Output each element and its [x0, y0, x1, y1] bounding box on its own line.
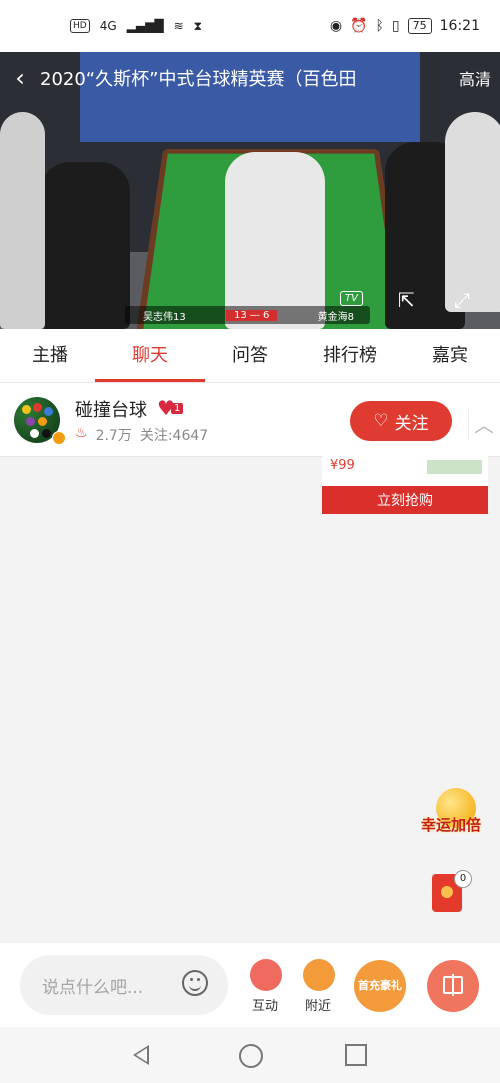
- network-label: 4G: [99, 19, 117, 33]
- tab-ranking[interactable]: 排行榜: [300, 329, 400, 382]
- video-title-row: ‹ 2020“久斯杯”中式台球精英赛（百色田 高清: [0, 60, 500, 96]
- back-icon[interactable]: ‹: [0, 64, 40, 92]
- alarm-icon: ⏰: [350, 18, 368, 34]
- video-title: 2020“久斯杯”中式台球精英赛（百色田: [40, 69, 357, 90]
- status-bar: HD 4G ▂▄▆█ ≋ ⧗ ◉ ⏰ ᛒ ▯ 75 16:21: [0, 0, 500, 52]
- flame-icon: ♨: [75, 425, 88, 441]
- chevron-up-icon[interactable]: ︿: [468, 409, 499, 439]
- tab-bar: 主播 聊天 问答 排行榜 嘉宾: [0, 329, 500, 383]
- interact-icon[interactable]: [250, 959, 282, 991]
- nav-home-icon[interactable]: [239, 1044, 263, 1068]
- signal-icon: ▂▄▆█: [126, 19, 164, 33]
- tv-cast-icon[interactable]: TV: [340, 291, 363, 306]
- player-figure: [225, 152, 325, 329]
- nav-recent-icon[interactable]: [345, 1044, 367, 1066]
- streamer-name: 碰撞台球: [75, 400, 147, 421]
- eye-icon: ◉: [329, 18, 343, 34]
- clock: 16:21: [439, 18, 480, 34]
- tab-host[interactable]: 主播: [0, 329, 100, 382]
- hd-indicator: HD: [70, 19, 90, 33]
- heart-plus-icon: ♡: [373, 411, 389, 431]
- interact-label: 互动: [252, 999, 279, 1014]
- tab-qa[interactable]: 问答: [200, 329, 300, 382]
- bottom-bar: 说点什么吧... 互动 附近 首充豪礼: [0, 943, 500, 1027]
- heat-count: 2.7万: [95, 428, 132, 444]
- nearby-icon[interactable]: [303, 959, 335, 991]
- system-nav-bar: [0, 1027, 500, 1083]
- verified-badge: [52, 431, 66, 445]
- chat-input-placeholder: 说点什么吧...: [42, 978, 144, 998]
- fullscreen-icon[interactable]: ⤢: [454, 288, 470, 312]
- vibrate-icon: ▯: [391, 18, 400, 34]
- product-card[interactable]: ¥99 立刻抢购: [322, 456, 488, 514]
- tab-chat[interactable]: 聊天: [100, 329, 200, 382]
- status-left: HD 4G ▂▄▆█ ≋ ⧗: [70, 19, 202, 34]
- gift-icon[interactable]: [427, 960, 479, 1012]
- first-recharge-button[interactable]: 首充豪礼: [354, 960, 406, 1012]
- battery-indicator: 75: [407, 18, 432, 34]
- bluetooth-icon: ᛒ: [375, 18, 384, 34]
- follower-count: 关注:4647: [139, 428, 209, 444]
- status-right: ◉ ⏰ ᛒ ▯ 75 16:21: [330, 18, 480, 34]
- spectator-figure: [445, 112, 500, 312]
- scoreboard: 吴志伟13 13 — 6 黄金海8: [125, 306, 370, 324]
- product-thumbnail: [427, 460, 482, 474]
- streamer-stats: ♨ 2.7万 关注:4647: [75, 425, 208, 445]
- player2-name: 黄金海8: [317, 311, 354, 323]
- buy-now-button[interactable]: 立刻抢购: [322, 486, 488, 514]
- fan-level: 1: [170, 402, 184, 414]
- product-price: ¥99: [330, 458, 355, 473]
- hourglass-icon: ⧗: [193, 18, 203, 33]
- chat-input[interactable]: 说点什么吧...: [20, 955, 228, 1015]
- player1-name: 吴志伟13: [143, 311, 186, 323]
- quality-selector[interactable]: 高清: [450, 66, 500, 90]
- nav-back-icon[interactable]: [133, 1045, 149, 1065]
- emoji-icon[interactable]: [182, 970, 208, 996]
- wifi-icon: ≋: [173, 19, 184, 33]
- fan-badge: ♥ 1: [157, 398, 184, 418]
- share-icon[interactable]: ⇱: [398, 288, 415, 312]
- tab-guests[interactable]: 嘉宾: [400, 329, 500, 382]
- match-score: 13 — 6: [225, 309, 278, 321]
- spectator-figure: [40, 162, 130, 329]
- follow-label: 关注: [394, 413, 429, 434]
- follow-button[interactable]: ♡ 关注: [350, 401, 452, 441]
- spectator-figure: [0, 112, 45, 329]
- red-packet-count: 0: [454, 870, 472, 888]
- lucky-double-badge[interactable]: 幸运加倍: [418, 788, 484, 856]
- promo-text: 幸运加倍: [420, 816, 481, 834]
- streamer-card: 碰撞台球 ♥ 1 ♨ 2.7万 关注:4647 ♡ 关注 ︿: [0, 383, 500, 457]
- nearby-label: 附近: [305, 999, 332, 1014]
